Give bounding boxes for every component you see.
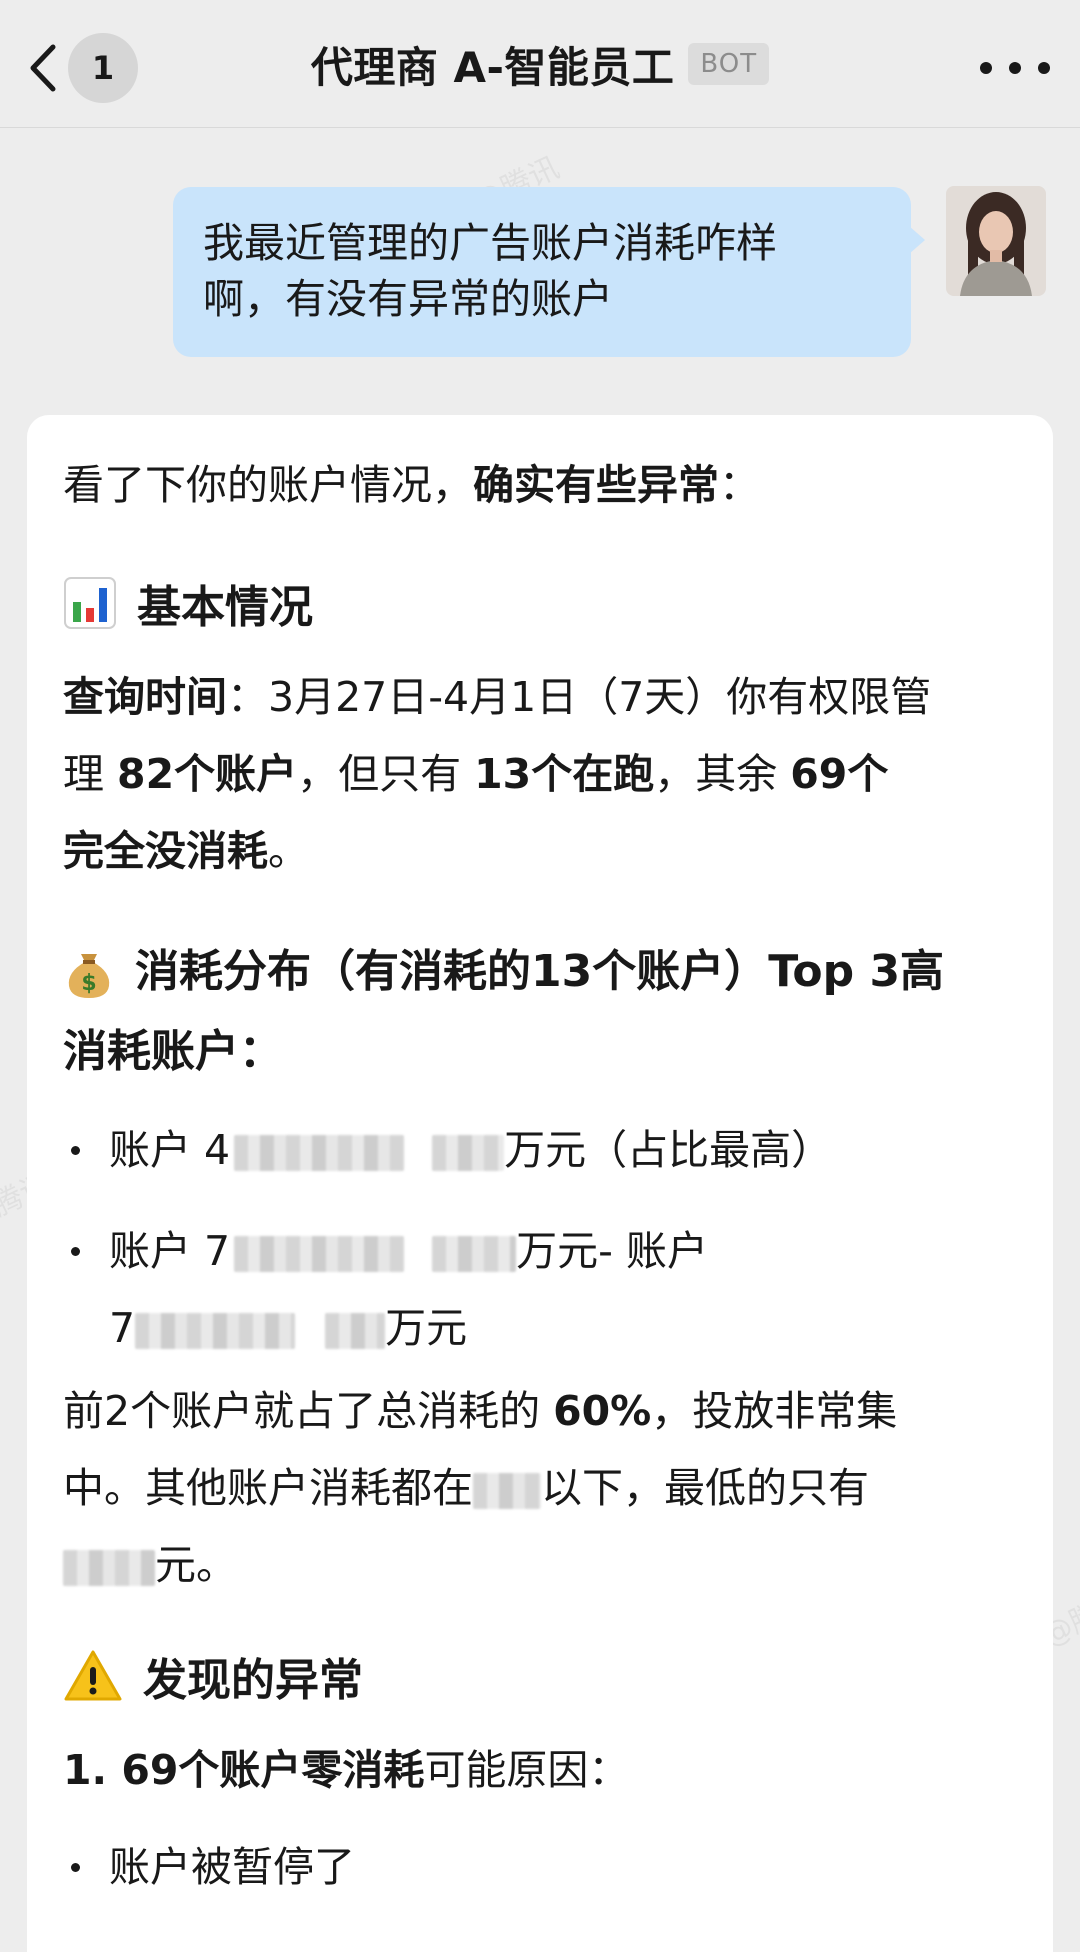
more-dot (1038, 62, 1050, 74)
svg-text:$: $ (81, 971, 96, 996)
redacted-amount (432, 1135, 505, 1171)
redacted-account-id (234, 1236, 405, 1272)
account-label: 账户 7 (109, 1227, 231, 1275)
section-basic-label: 基本情况 (137, 582, 313, 633)
more-dots-icon (980, 62, 992, 74)
section-anomaly-title: 发现的异常 (63, 1644, 1017, 1708)
list-item: 账户 4 万元（占比最高） (63, 1112, 1017, 1189)
amount-suffix: 万元- 账户 (516, 1227, 708, 1275)
no-spend-text: 完全没消耗 (63, 827, 268, 875)
avatar-image (946, 186, 1046, 296)
text-segment: 前2个账户就占了总消耗的 (63, 1387, 554, 1435)
title-container: 代理商 A-智能员工 BOT (0, 0, 1080, 128)
top-accounts-list: 账户 4 万元（占比最高） 账户 7 万元- 账户 7 万元 (63, 1112, 1017, 1367)
query-time-text: ：3月27日-4月1日（7天）你有权限管 (227, 673, 932, 721)
text-segment: 。 (268, 827, 309, 875)
amount-suffix: 万元 (385, 1304, 468, 1352)
summary-line-2: 中。其他账户消耗都在 以下，最低的只有 (63, 1450, 1017, 1527)
redacted-amount (325, 1313, 386, 1349)
query-time-label: 查询时间 (63, 673, 227, 721)
chat-title: 代理商 A-智能员工 (310, 42, 675, 92)
intro-text: 看了下你的账户情况，确实有些异常： (63, 455, 1017, 515)
text-segment: 理 (63, 750, 118, 798)
text-segment: ，其余 (654, 750, 791, 798)
chat-screen: 1 代理商 A-智能员工 BOT @腾讯 腾讯 @腾 我最近管理的广告账户消耗咋… (0, 0, 1080, 1952)
spend-title-line-2: 消耗账户： (63, 1026, 283, 1077)
money-bag-icon: $ (63, 944, 115, 1000)
back-button[interactable] (22, 40, 62, 96)
top2-share: 60% (553, 1387, 652, 1435)
account-label: 账户 4 (109, 1126, 231, 1174)
section-anomaly-label: 发现的异常 (143, 1655, 363, 1706)
text-segment: 以下，最低的只有 (541, 1464, 869, 1512)
summary-line-1: 前2个账户就占了总消耗的 60%，投放非常集 (63, 1373, 1017, 1450)
redacted-amount (63, 1550, 155, 1586)
text-segment: ，但只有 (297, 750, 475, 798)
text-segment: 中。其他账户消耗都在 (63, 1464, 473, 1512)
redacted-account-id (135, 1313, 296, 1349)
list-item-continuation: 7 万元 (109, 1290, 1017, 1367)
redacted-account-id (234, 1135, 405, 1171)
spend-summary: 前2个账户就占了总消耗的 60%，投放非常集 中。其他账户消耗都在 以下，最低的只… (63, 1373, 1017, 1604)
redacted-amount (432, 1236, 517, 1272)
basic-line-3: 完全没消耗。 (63, 813, 1017, 890)
intro-plain: 看了下你的账户情况， (63, 461, 473, 509)
more-button[interactable] (980, 48, 1050, 88)
bubble-tail (909, 226, 925, 254)
running-accounts: 13个在跑 (474, 750, 655, 798)
redacted-amount (473, 1473, 541, 1509)
list-item: 账户被暂停了 (63, 1829, 1017, 1906)
more-dot (1009, 62, 1021, 74)
basic-line-2: 理 82个账户，但只有 13个在跑，其余 69个 (63, 736, 1017, 813)
user-message-bubble[interactable]: 我最近管理的广告账户消耗咋样 啊，有没有异常的账户 (173, 187, 911, 357)
list-item: 账户 7 万元- 账户 7 万元 (63, 1213, 1017, 1367)
anomaly-item-1: 1. 69个账户零消耗可能原因： (63, 1732, 1017, 1809)
chevron-left-icon (30, 44, 56, 92)
amount-suffix: 万元（占比最高） (504, 1126, 833, 1174)
anomaly-heading: 1. 69个账户零消耗 (63, 1746, 425, 1794)
anomaly-heading-rest: 可能原因： (424, 1746, 630, 1794)
section-spend-title: $ 消耗分布（有消耗的13个账户）Top 3高 消耗账户： (63, 932, 1017, 1092)
user-message-line: 啊，有没有异常的账户 (203, 275, 613, 323)
unread-count-badge[interactable]: 1 (68, 33, 138, 103)
bot-tag: BOT (688, 43, 770, 85)
anomaly-reasons-list: 账户被暂停了 (63, 1829, 1017, 1906)
basic-paragraph: 查询时间：3月27日-4月1日（7天）你有权限管 理 82个账户，但只有 13个… (63, 659, 1017, 890)
user-message-line: 我最近管理的广告账户消耗咋样 (203, 219, 777, 267)
total-accounts: 82个账户 (117, 750, 298, 798)
bot-message-card[interactable]: 看了下你的账户情况，确实有些异常： 基本情况 查询时间：3月27日-4月1日（7… (27, 415, 1053, 1952)
text-segment: 元。 (155, 1541, 237, 1589)
intro-bold: 确实有些异常 (473, 461, 719, 509)
user-avatar[interactable] (946, 186, 1046, 296)
bar-chart-icon (63, 576, 117, 630)
account-label: 7 (109, 1304, 136, 1352)
basic-line-1: 查询时间：3月27日-4月1日（7天）你有权限管 (63, 659, 1017, 736)
warning-icon (63, 1649, 123, 1703)
summary-line-3: 元。 (63, 1527, 1017, 1604)
text-segment: ，投放非常集 (651, 1387, 898, 1435)
chat-header: 1 代理商 A-智能员工 BOT (0, 0, 1080, 128)
section-basic-title: 基本情况 (63, 571, 1017, 635)
intro-colon: ： (719, 461, 760, 509)
spend-title-text: 消耗分布（有消耗的13个账户）Top 3高 (135, 946, 945, 997)
idle-accounts: 69个 (790, 750, 889, 798)
spend-title-line-1: $ 消耗分布（有消耗的13个账户）Top 3高 (63, 932, 1017, 1012)
